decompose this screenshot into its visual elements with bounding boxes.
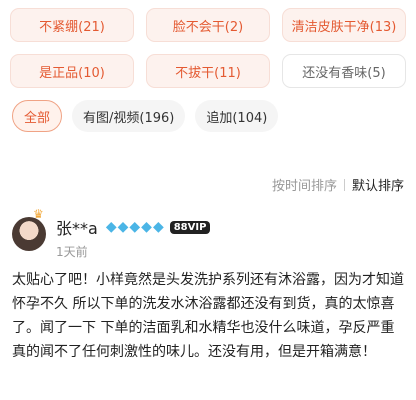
sort-options: 按时间排序 默认排序 [272, 175, 404, 194]
user-line: 张**a ◆ ◆ ◆ ◆ ◆ 88VIP [56, 215, 211, 239]
sort-divider [343, 178, 345, 191]
filter-all-chip[interactable]: 全部 [12, 100, 63, 132]
diamond-icon: ◆ [152, 219, 164, 235]
review-content: 太贴心了吧！小样竟然是头发洗护系列还有沐浴露，因为才知道怀孕不久 所以下单的洗发… [12, 272, 404, 360]
diamond-icon: ◆ [105, 219, 117, 235]
vip-badge: 88VIP [169, 220, 211, 234]
diamond-icon: ◆ [129, 219, 141, 235]
review-filter-row: 全部 有图/视频(196) 追加(104) [12, 100, 279, 132]
review-tag-grid: 不紧绷(21) 脸不会干(2) 清洁皮肤干净(13) 是正品(10) 不拔干(1… [10, 8, 406, 88]
username[interactable]: 张**a [56, 215, 98, 239]
avatar[interactable] [12, 217, 46, 251]
filter-media-chip[interactable]: 有图/视频(196) [72, 100, 186, 132]
review-tag[interactable]: 是正品(10) [10, 54, 134, 88]
review-tag[interactable]: 脸不会干(2) [146, 8, 270, 42]
review-tag[interactable]: 还没有香味(5) [282, 54, 406, 88]
diamond-icon: ◆ [141, 219, 152, 235]
crown-icon: ♛ [33, 207, 44, 221]
user-level-diamonds: ◆ ◆ ◆ ◆ ◆ [106, 220, 164, 234]
review-tag[interactable]: 不拔干(11) [146, 54, 270, 88]
sort-by-time-button[interactable]: 按时间排序 [272, 175, 337, 194]
sort-default-button[interactable]: 默认排序 [352, 175, 404, 194]
filter-followup-chip[interactable]: 追加(104) [195, 100, 279, 132]
review-time: 1天前 [56, 245, 88, 259]
review-tag[interactable]: 清洁皮肤干净(13) [282, 8, 406, 42]
review-tag[interactable]: 不紧绷(21) [10, 8, 134, 42]
diamond-icon: ◆ [117, 219, 129, 235]
